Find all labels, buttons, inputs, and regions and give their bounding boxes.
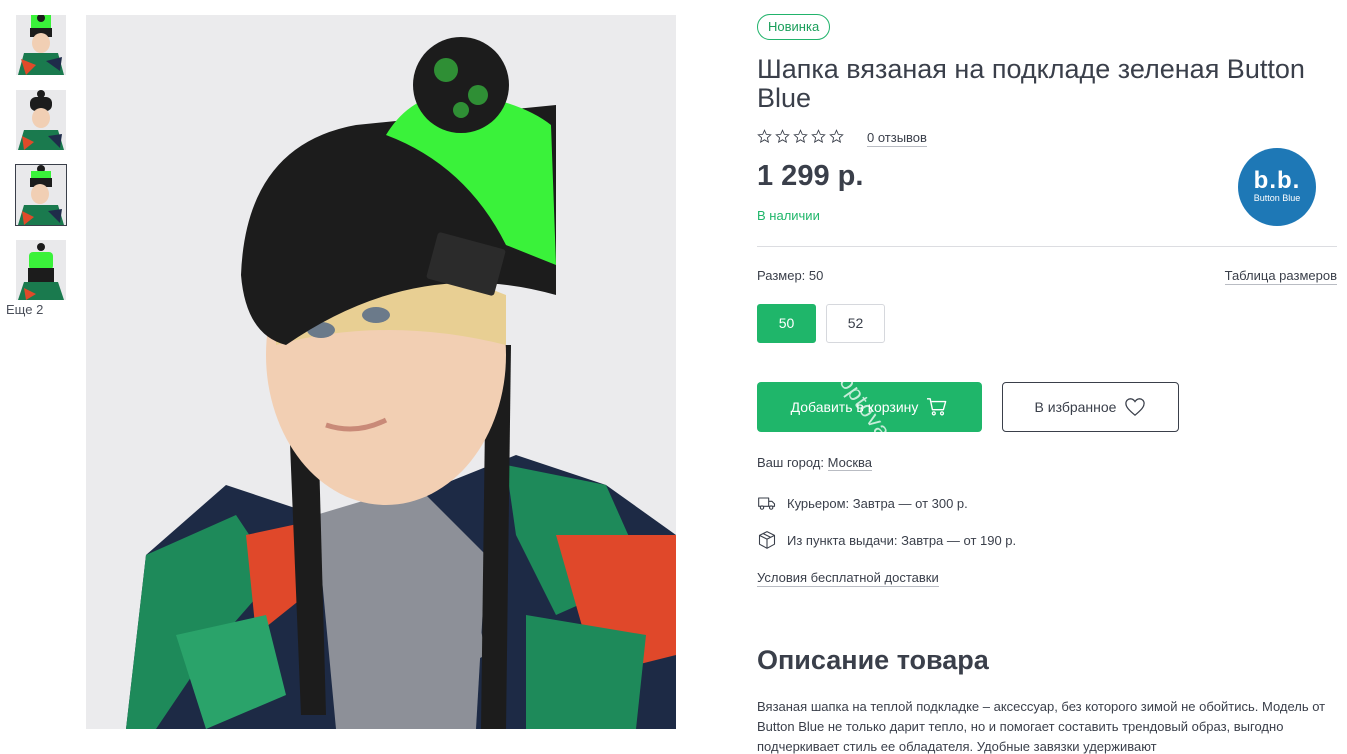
brand-logo[interactable]: b.b. Button Blue [1238, 148, 1316, 226]
thumbnail-image [16, 90, 66, 150]
size-option-50[interactable]: 50 [757, 304, 816, 343]
reviews-link[interactable]: 0 отзывов [867, 130, 927, 147]
rating-stars[interactable] [757, 129, 844, 144]
heart-icon [1125, 398, 1146, 417]
add-to-cart-button[interactable]: Добавить в корзину [757, 382, 982, 432]
thumbnail-3[interactable] [15, 164, 67, 226]
star-icon [829, 129, 844, 144]
add-to-cart-label: Добавить в корзину [790, 399, 919, 415]
main-product-image[interactable] [86, 15, 676, 729]
courier-text: Курьером: Завтра — от 300 р. [787, 495, 968, 511]
description-text: Вязаная шапка на теплой подкладке – аксе… [757, 699, 1326, 754]
stock-status: В наличии [757, 208, 820, 223]
truck-icon [758, 497, 776, 510]
pickup-text: Из пункта выдачи: Завтра — от 190 р. [787, 532, 1017, 548]
free-delivery-link[interactable]: Условия бесплатной доставки [757, 570, 939, 587]
city-label: Ваш город: [757, 455, 824, 470]
thumbnail-image [16, 15, 66, 75]
description-title: Описание товара [757, 645, 989, 675]
product-photo [86, 15, 676, 729]
thumbnail-1[interactable] [16, 15, 66, 75]
favorites-label: В избранное [1034, 399, 1117, 415]
more-images-link[interactable]: Еще 2 [6, 302, 43, 317]
city-link[interactable]: Москва [827, 455, 873, 471]
city-selector: Ваш город: Москва [757, 455, 873, 471]
thumbnail-image [16, 165, 66, 225]
thumbnail-4[interactable] [16, 240, 66, 300]
product-price: 1 299 р. [757, 160, 864, 192]
star-icon [775, 129, 790, 144]
cart-icon [927, 398, 947, 416]
brand-logo-name: Button Blue [1253, 193, 1301, 203]
thumbnail-list [15, 15, 67, 315]
size-option-52[interactable]: 52 [826, 304, 885, 343]
star-icon [757, 129, 772, 144]
add-to-favorites-button[interactable]: В избранное [1002, 382, 1179, 432]
star-icon [811, 129, 826, 144]
pickup-delivery: Из пункта выдачи: Завтра — от 190 р. [757, 530, 1016, 550]
brand-logo-mark: b.b. [1253, 167, 1301, 194]
star-icon [793, 129, 808, 144]
size-table-link[interactable]: Таблица размеров [1224, 268, 1337, 285]
thumbnail-image [16, 240, 66, 300]
divider [757, 246, 1337, 247]
product-title: Шапка вязаная на подкладе зеленая Button… [757, 54, 1305, 113]
thumbnail-2[interactable] [16, 90, 66, 150]
box-icon [758, 531, 776, 549]
new-badge: Новинка [757, 14, 831, 40]
size-label: Размер: 50 [757, 268, 824, 283]
courier-delivery: Курьером: Завтра — от 300 р. [757, 493, 968, 513]
